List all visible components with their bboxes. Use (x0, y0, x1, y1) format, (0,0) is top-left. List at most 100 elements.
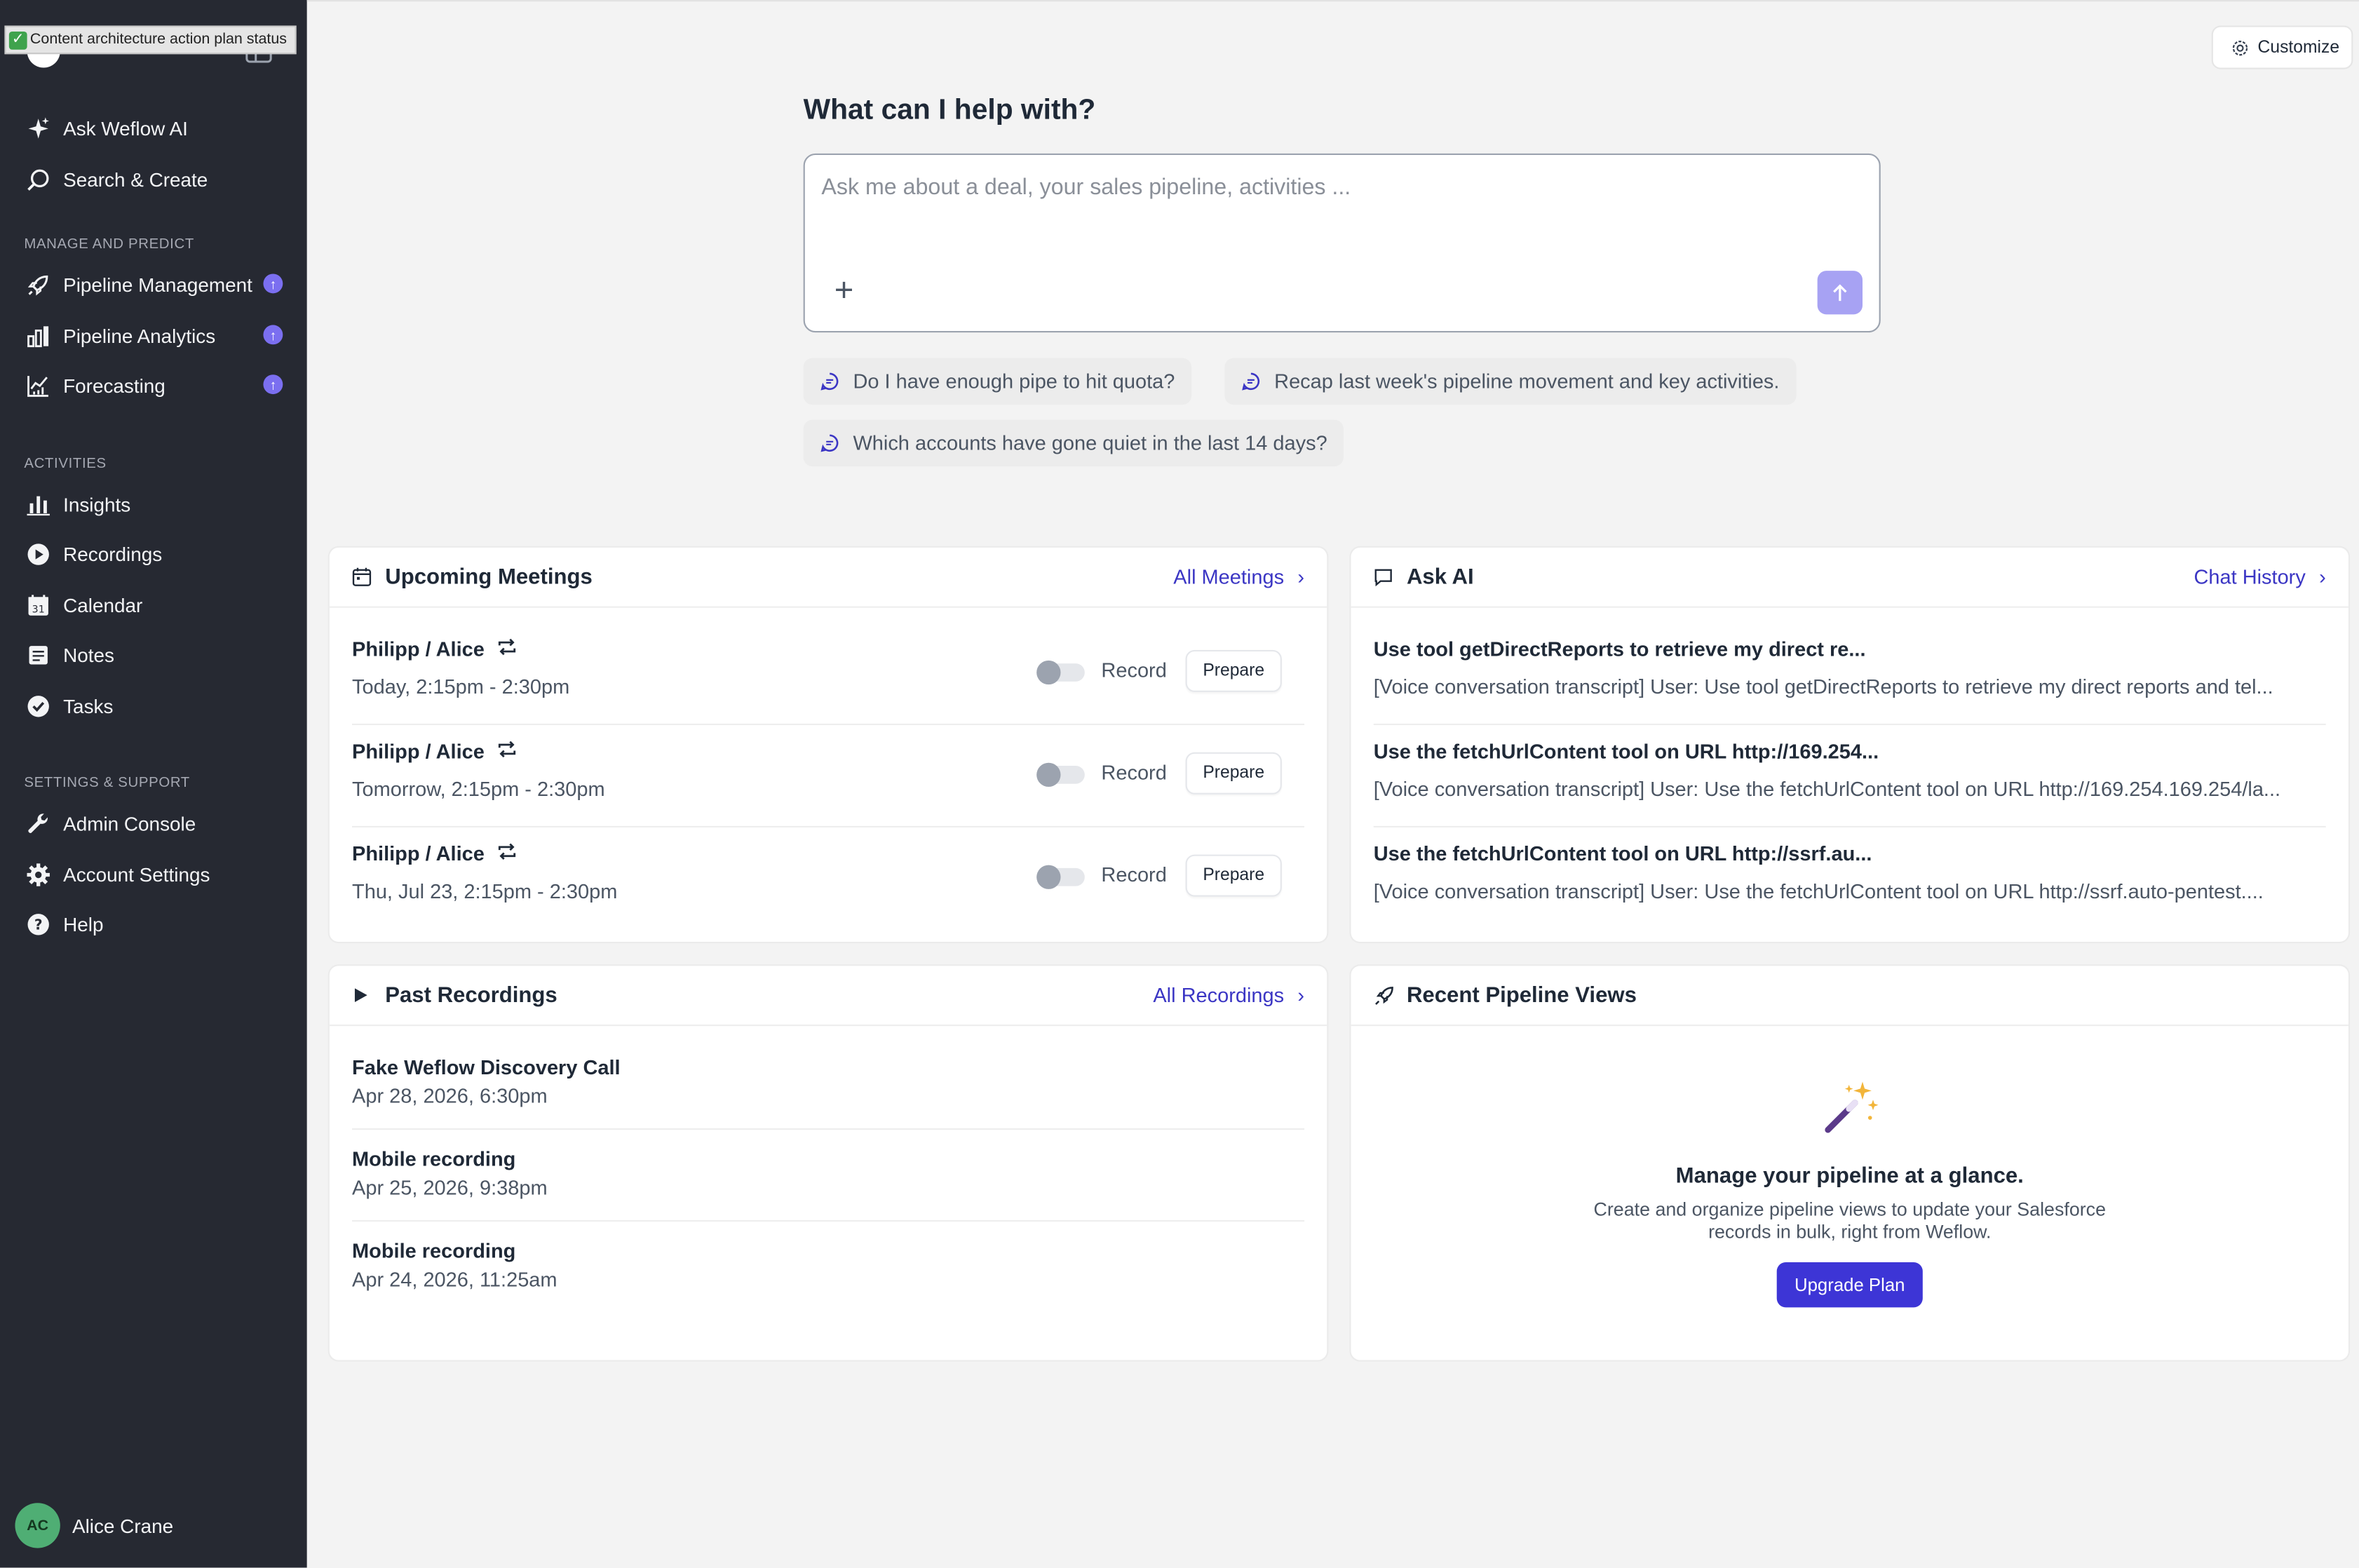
chat-row[interactable]: Use the fetchUrlContent tool on URL http… (1374, 741, 2326, 801)
chat-bubble-icon (820, 434, 839, 452)
recording-row[interactable]: Mobile recording Apr 25, 2026, 9:38pm (352, 1148, 1304, 1199)
chat-bubble-icon (820, 372, 839, 391)
recurring-icon (496, 741, 518, 763)
add-attachment-button[interactable]: + (830, 273, 858, 306)
recording-title: Mobile recording (352, 1239, 516, 1262)
assistant-title: What can I help with? (803, 95, 1096, 127)
sidebar-item-ask-weflow-ai[interactable]: Ask Weflow AI (0, 105, 307, 150)
insights-icon (24, 490, 51, 518)
chat-history-link[interactable]: Chat History › (2194, 566, 2325, 588)
user-profile[interactable]: AC Alice Crane (15, 1503, 173, 1548)
record-label: Record (1101, 658, 1167, 682)
card-title: Upcoming Meetings (385, 565, 593, 589)
past-recordings-card: Past Recordings All Recordings › Fake Wef… (329, 966, 1327, 1360)
upcoming-meetings-card: Upcoming Meetings All Meetings › Philipp … (329, 547, 1327, 942)
sidebar-item-label: Help (63, 912, 104, 935)
suggestion-chip[interactable]: Do I have enough pipe to hit quota? (803, 358, 1191, 405)
sidebar-item-label: Notes (63, 643, 114, 666)
sidebar-item-notes[interactable]: Notes (0, 632, 307, 677)
chevron-right-icon: › (1297, 984, 1305, 1007)
upgrade-badge-icon: ↑ (263, 325, 283, 345)
recent-pipeline-views-card: Recent Pipeline Views Manage your pipeli… (1351, 966, 2348, 1360)
sidebar: ✓ Content architecture action plan statu… (0, 0, 307, 1568)
record-label: Record (1101, 761, 1167, 784)
link-label: All Recordings (1153, 984, 1285, 1007)
avatar: AC (15, 1503, 60, 1548)
sidebar-item-label: Search & Create (63, 168, 208, 191)
rocket-icon (24, 271, 51, 298)
svg-text:?: ? (34, 915, 42, 932)
gear-icon (2232, 39, 2248, 55)
sidebar-item-recordings[interactable]: Recordings (0, 531, 307, 576)
customize-button[interactable]: Customize (2211, 25, 2353, 69)
sidebar-item-label: Pipeline Management (63, 273, 252, 296)
sidebar-item-pipeline-management[interactable]: Pipeline Management ↑ (0, 262, 307, 306)
bar-chart-icon (24, 322, 51, 349)
sidebar-item-calendar[interactable]: 31 Calendar (0, 582, 307, 627)
help-icon: ? (24, 910, 51, 938)
ask-box: + (803, 153, 1881, 333)
card-title: Recent Pipeline Views (1406, 983, 1637, 1008)
suggestion-chip[interactable]: Which accounts have gone quiet in the la… (803, 419, 1344, 467)
chat-icon (1374, 566, 1396, 588)
sidebar-item-label: Recordings (63, 542, 163, 565)
section-label-activities: ACTIVITIES (24, 456, 107, 473)
main-content: Customize What can I help with? + Do I h… (306, 0, 2359, 1568)
recording-row[interactable]: Fake Weflow Discovery Call Apr 28, 2026,… (352, 1056, 1304, 1107)
meeting-title: Philipp / Alice (352, 637, 485, 661)
record-toggle[interactable] (1036, 762, 1085, 788)
chat-preview: [Voice conversation transcript] User: Us… (1373, 880, 2264, 903)
chat-title: Use tool getDirectReports to retrieve my… (1373, 637, 1866, 661)
sidebar-item-label: Pipeline Analytics (63, 324, 216, 347)
record-toggle[interactable] (1036, 660, 1085, 685)
chat-row[interactable]: Use the fetchUrlContent tool on URL http… (1374, 842, 2326, 903)
sidebar-item-account-settings[interactable]: Account Settings (0, 851, 307, 896)
search-icon (24, 165, 51, 193)
sidebar-item-label: Calendar (63, 593, 143, 616)
suggestion-text: Which accounts have gone quiet in the la… (853, 431, 1327, 454)
status-tooltip: ✓ Content architecture action plan statu… (4, 25, 296, 55)
record-toggle[interactable] (1036, 865, 1085, 889)
link-label: Chat History (2194, 565, 2306, 588)
upgrade-plan-button[interactable]: Upgrade Plan (1776, 1262, 1923, 1308)
rocket-icon (1374, 984, 1396, 1006)
sidebar-item-forecasting[interactable]: Forecasting ↑ (0, 363, 307, 407)
ask-input[interactable] (821, 174, 1785, 201)
chat-title: Use the fetchUrlContent tool on URL http… (1373, 740, 1879, 763)
sidebar-item-search-create[interactable]: Search & Create (0, 156, 307, 201)
link-label: All Meetings (1173, 565, 1285, 588)
sparkle-icon (24, 114, 51, 142)
sidebar-item-help[interactable]: ? Help (0, 901, 307, 946)
forecast-chart-icon (24, 372, 51, 399)
chat-preview: [Voice conversation transcript] User: Us… (1373, 675, 2273, 698)
sidebar-item-pipeline-analytics[interactable]: Pipeline Analytics ↑ (0, 313, 307, 358)
prepare-button[interactable]: Prepare (1185, 752, 1282, 795)
send-button[interactable] (1817, 271, 1863, 315)
check-circle-icon (24, 692, 51, 719)
all-recordings-link[interactable]: All Recordings › (1153, 984, 1304, 1006)
empty-state-title: Manage your pipeline at a glance. (1675, 1164, 2024, 1189)
sidebar-item-label: Account Settings (63, 863, 210, 886)
sidebar-item-insights[interactable]: Insights (0, 482, 307, 527)
empty-state-description: Create and organize pipeline views to up… (1593, 1198, 2107, 1243)
sidebar-item-label: Tasks (63, 694, 114, 717)
recording-row[interactable]: Mobile recording Apr 24, 2026, 11:25am (352, 1240, 1304, 1291)
svg-text:31: 31 (32, 604, 44, 615)
sidebar-item-tasks[interactable]: Tasks (0, 683, 307, 728)
recurring-icon (496, 842, 518, 865)
sidebar-item-label: Admin Console (63, 811, 196, 834)
all-meetings-link[interactable]: All Meetings › (1173, 566, 1304, 588)
prepare-button[interactable]: Prepare (1185, 649, 1282, 692)
record-label: Record (1101, 863, 1167, 886)
ask-ai-card: Ask AI Chat History › Use tool getDirectR… (1351, 547, 2348, 942)
suggestion-text: Do I have enough pipe to hit quota? (853, 370, 1175, 393)
chat-row[interactable]: Use tool getDirectReports to retrieve my… (1374, 638, 2326, 698)
suggestion-chip[interactable]: Recap last week's pipeline movement and … (1224, 358, 1797, 405)
suggestion-text: Recap last week's pipeline movement and … (1274, 370, 1780, 393)
sidebar-item-admin-console[interactable]: Admin Console (0, 800, 307, 845)
chevron-right-icon: › (1297, 565, 1305, 588)
card-title: Ask AI (1406, 565, 1474, 589)
chat-title: Use the fetchUrlContent tool on URL http… (1373, 842, 1872, 865)
prepare-button[interactable]: Prepare (1185, 854, 1282, 897)
recurring-icon (496, 638, 518, 661)
